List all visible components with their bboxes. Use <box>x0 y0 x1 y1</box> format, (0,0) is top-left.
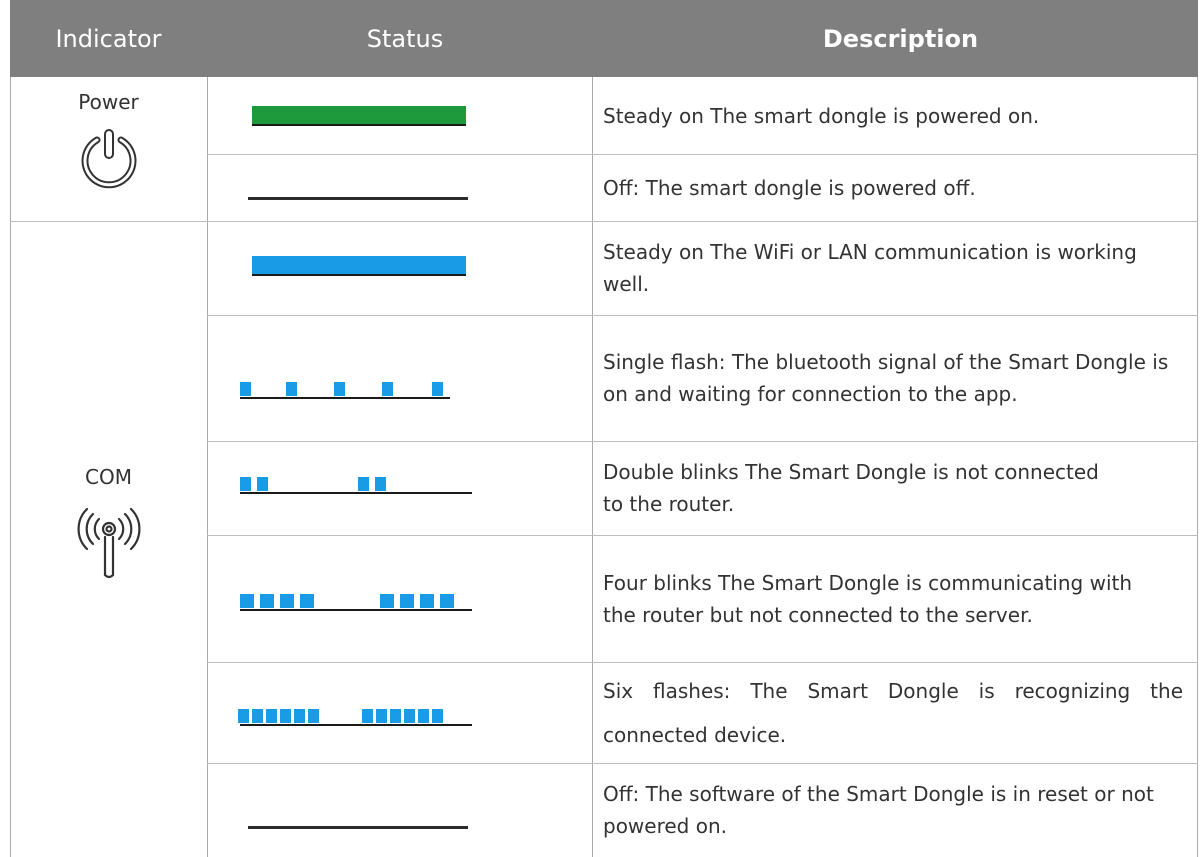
led-blink <box>404 709 415 723</box>
indicator-com: COM <box>10 465 207 583</box>
led-blink <box>420 594 434 608</box>
table-header: Indicator Status Description <box>10 0 1198 77</box>
led-blink <box>240 594 254 608</box>
status-pattern <box>248 197 468 200</box>
led-off-line <box>248 197 468 200</box>
led-baseline <box>240 609 472 611</box>
row-description: Four blinks The Smart Dongle is communic… <box>603 570 1133 627</box>
led-blink <box>300 594 314 608</box>
led-blink <box>308 709 319 723</box>
row-description: Double blinks The Smart Dongle is not co… <box>603 460 1099 516</box>
led-blink <box>238 709 249 723</box>
led-blink <box>382 382 393 396</box>
led-baseline <box>252 124 466 126</box>
led-blink <box>240 477 251 491</box>
status-pattern <box>248 826 468 829</box>
status-pattern <box>238 709 472 726</box>
status-pattern <box>252 256 466 276</box>
led-baseline <box>240 492 472 494</box>
led-blink <box>280 594 294 608</box>
led-blink <box>358 477 369 491</box>
led-blink <box>240 382 251 396</box>
status-pattern <box>252 106 466 126</box>
indicator-label: Power <box>78 90 139 114</box>
led-baseline <box>240 397 450 399</box>
row-description: Off: The software of the Smart Dongle is… <box>603 782 1154 838</box>
header-status: Status <box>366 24 444 53</box>
led-off-line <box>248 826 468 829</box>
grid-line <box>1197 77 1198 857</box>
led-blink <box>376 709 387 723</box>
wireless-signal-icon <box>77 507 140 579</box>
led-blink <box>375 477 386 491</box>
led-blink <box>400 594 414 608</box>
led-blink <box>280 709 291 723</box>
header-indicator: Indicator <box>55 24 162 53</box>
led-blink <box>432 709 443 723</box>
led-blink <box>294 709 305 723</box>
led-baseline <box>252 274 466 276</box>
status-pattern <box>240 477 472 494</box>
led-baseline <box>240 724 472 726</box>
led-blink <box>252 709 263 723</box>
indicator-power: Power <box>10 90 207 196</box>
led-blink <box>266 709 277 723</box>
status-pattern <box>240 382 450 399</box>
led-blink <box>286 382 297 396</box>
led-blink <box>380 594 394 608</box>
led-blink <box>260 594 274 608</box>
led-blink <box>334 382 345 396</box>
row-description: Six flashes: The Smart Dongle is recogni… <box>603 678 1183 747</box>
grid-line <box>207 77 208 857</box>
row-description: Single flash: The bluetooth signal of th… <box>603 350 1169 406</box>
row-description: Steady on The smart dongle is powered on… <box>603 103 1040 128</box>
header-description: Description <box>822 24 979 53</box>
led-blink <box>390 709 401 723</box>
led-steady-bar <box>252 256 466 274</box>
row-description: Steady on The WiFi or LAN communication … <box>603 240 1137 296</box>
indicator-label: COM <box>85 465 132 489</box>
led-blink <box>362 709 373 723</box>
led-blink <box>432 382 443 396</box>
grid-line <box>592 77 593 857</box>
led-blink <box>418 709 429 723</box>
led-steady-bar <box>252 106 466 124</box>
power-icon <box>81 129 136 189</box>
led-blink <box>440 594 454 608</box>
led-blink <box>257 477 268 491</box>
row-description: Off: The smart dongle is powered off. <box>603 175 976 200</box>
status-pattern <box>240 594 472 611</box>
